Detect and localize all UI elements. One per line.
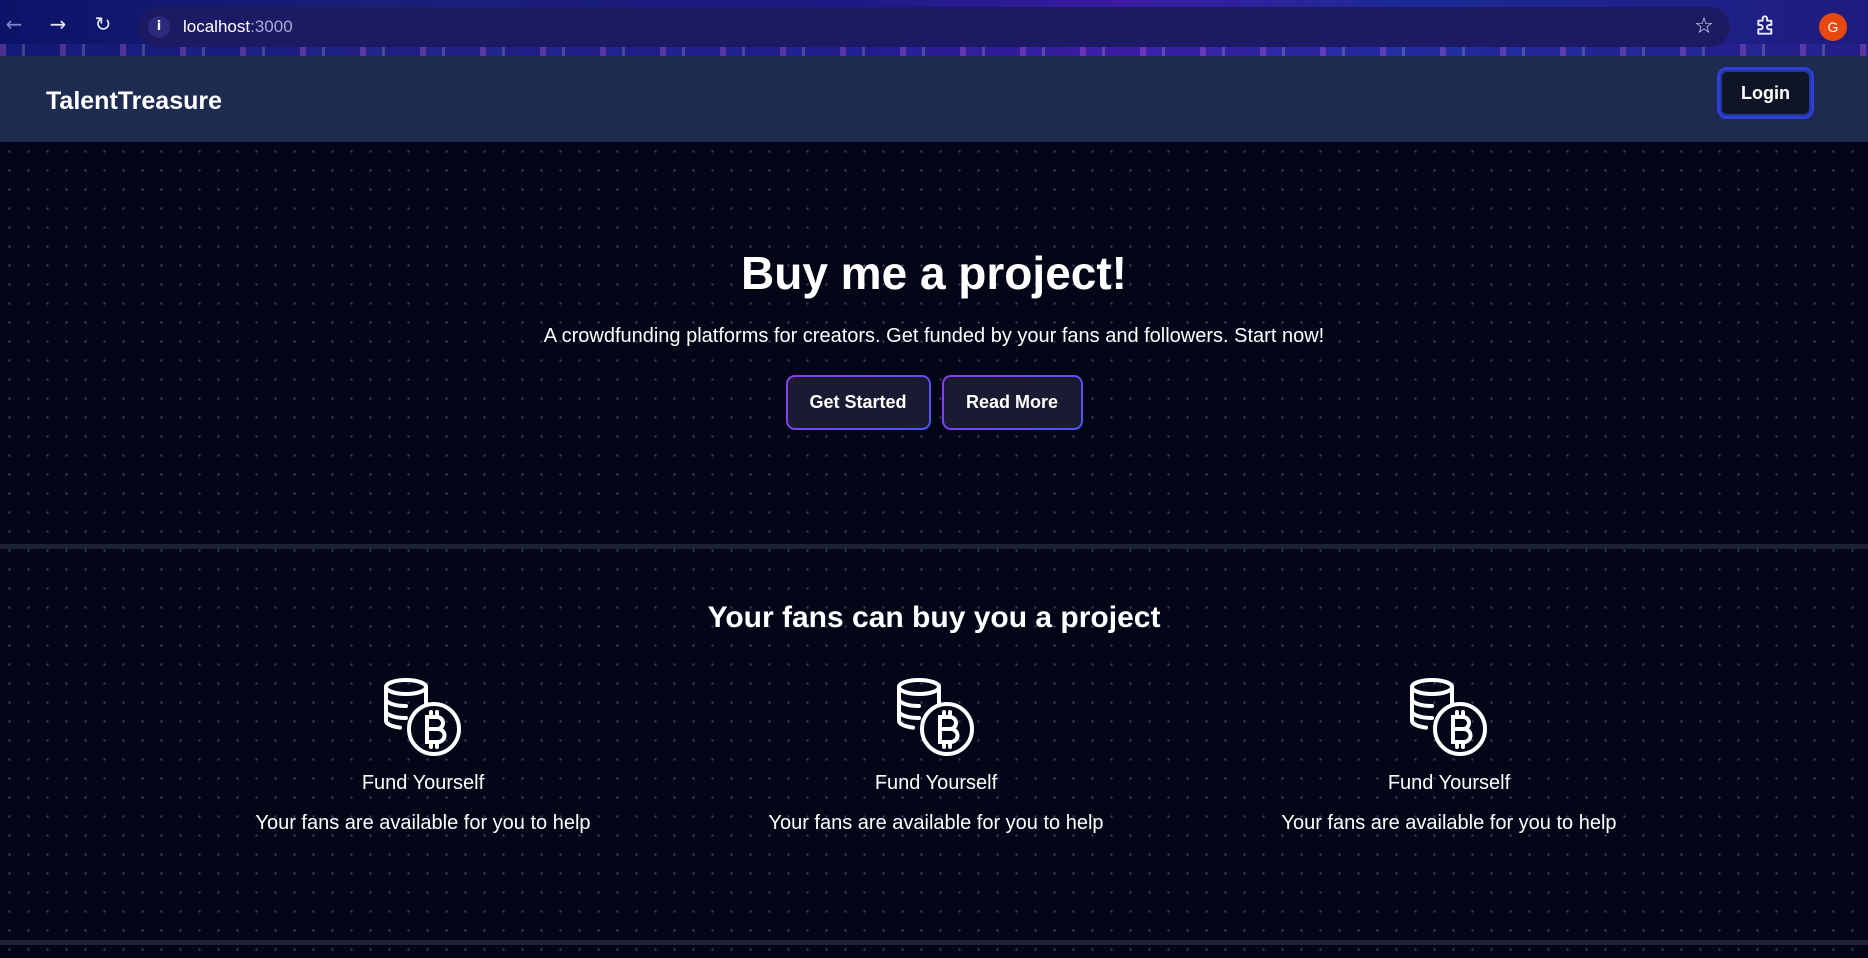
url-host: localhost	[183, 17, 251, 36]
features-title: Your fans can buy you a project	[707, 601, 1161, 634]
site-navbar: TalentTreasure Login	[0, 56, 1868, 142]
reload-icon[interactable]: ↻	[91, 12, 115, 36]
coins-bitcoin-icon	[897, 678, 974, 756]
feature-description: Your fans are available for you to help	[1281, 812, 1617, 834]
url-text[interactable]: localhost:3000	[183, 17, 293, 37]
section-divider	[0, 940, 1868, 945]
feature-card: Fund Yourself Your fans are available fo…	[1239, 677, 1659, 835]
puzzle-icon[interactable]	[1754, 12, 1780, 38]
feature-description: Your fans are available for you to help	[255, 812, 591, 834]
arrow-right-icon[interactable]: →	[46, 12, 70, 36]
feature-title: Fund Yourself	[1387, 772, 1511, 794]
coins-bitcoin-icon	[384, 678, 461, 756]
arrow-left-icon[interactable]: ←	[2, 12, 26, 36]
brand-logo[interactable]: TalentTreasure	[46, 87, 222, 116]
hero-title: Buy me a project!	[741, 247, 1127, 299]
info-icon[interactable]: i	[148, 16, 170, 38]
login-button[interactable]: Login	[1717, 67, 1814, 119]
main-content: Buy me a project! A crowdfunding platfor…	[0, 142, 1868, 958]
get-started-button[interactable]: Get Started	[786, 375, 931, 430]
feature-card: Fund Yourself Your fans are available fo…	[726, 677, 1146, 835]
feature-title: Fund Yourself	[874, 772, 998, 794]
feature-description: Your fans are available for you to help	[768, 812, 1104, 834]
hero-subtitle: A crowdfunding platforms for creators. G…	[543, 325, 1325, 347]
browser-toolbar: ← → ↻ i localhost:3000 ☆ G	[0, 0, 1868, 56]
url-port: :3000	[250, 17, 293, 36]
feature-title: Fund Yourself	[361, 772, 485, 794]
address-bar[interactable]: i localhost:3000 ☆	[138, 7, 1730, 47]
star-icon[interactable]: ☆	[1692, 15, 1716, 39]
features-grid: Fund Yourself Your fans are available fo…	[0, 677, 1868, 847]
hero-actions: Get Started Read More	[0, 375, 1868, 430]
feature-card: Fund Yourself Your fans are available fo…	[213, 677, 633, 835]
section-divider	[0, 544, 1868, 549]
read-more-button[interactable]: Read More	[942, 375, 1083, 430]
coins-bitcoin-icon	[1410, 678, 1487, 756]
profile-avatar[interactable]: G	[1819, 13, 1847, 41]
